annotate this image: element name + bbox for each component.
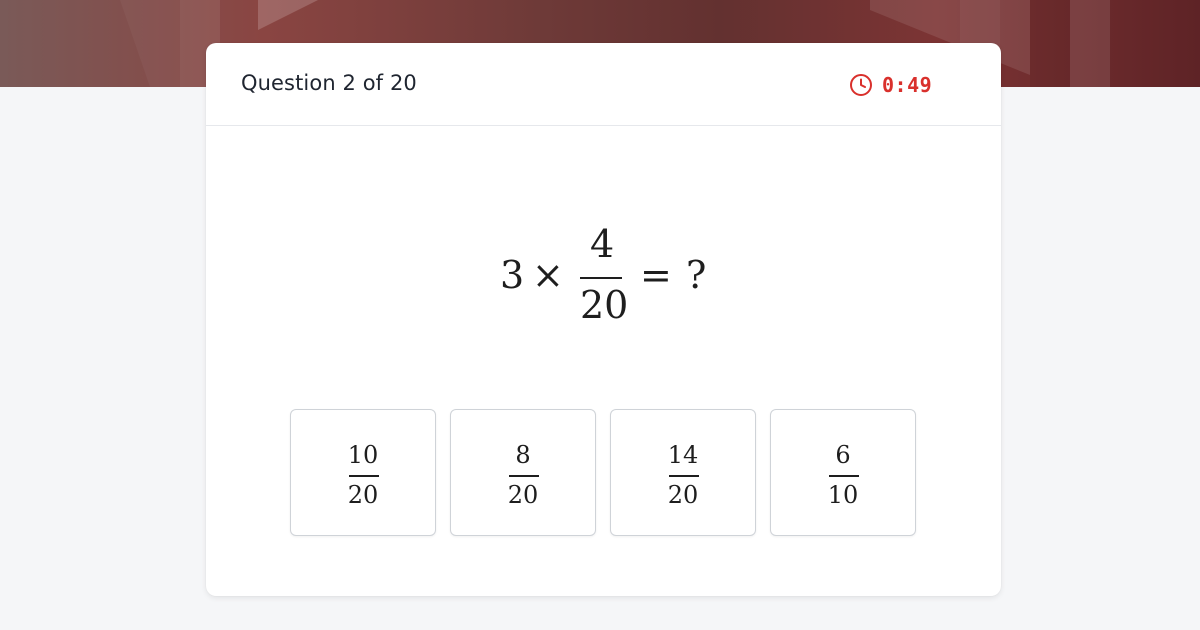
option-denominator: 20: [347, 481, 379, 509]
unknown-mark: ?: [686, 253, 707, 297]
timer: 0:49: [849, 72, 932, 98]
multiplier: 3: [500, 253, 525, 297]
option-denominator: 20: [507, 481, 539, 509]
answer-option-3[interactable]: 14 20: [610, 409, 756, 536]
card-header: Question 2 of 20 0:49: [206, 43, 1001, 126]
option-numerator: 10: [347, 441, 379, 469]
option-fraction-bar: [509, 475, 539, 477]
equals-sign: =: [640, 253, 672, 297]
times-operator: ×: [532, 253, 564, 297]
answer-option-4[interactable]: 6 10: [770, 409, 916, 536]
option-numerator: 14: [667, 441, 699, 469]
option-denominator: 20: [667, 481, 699, 509]
answer-option-1[interactable]: 10 20: [290, 409, 436, 536]
option-denominator: 10: [827, 481, 859, 509]
option-fraction-bar: [829, 475, 859, 477]
option-numerator: 8: [515, 441, 531, 469]
option-fraction-bar: [349, 475, 379, 477]
fraction-numerator: 4: [590, 222, 615, 266]
answer-option-2[interactable]: 8 20: [450, 409, 596, 536]
fraction-bar: [580, 277, 622, 279]
clock-icon: [849, 73, 873, 97]
option-fraction-bar: [669, 475, 699, 477]
question-expression: 3 × 4 20 = ?: [0, 222, 1200, 327]
option-numerator: 6: [835, 441, 851, 469]
timer-value: 0:49: [882, 73, 933, 97]
fraction-denominator: 20: [580, 283, 629, 327]
question-counter: Question 2 of 20: [241, 71, 417, 95]
